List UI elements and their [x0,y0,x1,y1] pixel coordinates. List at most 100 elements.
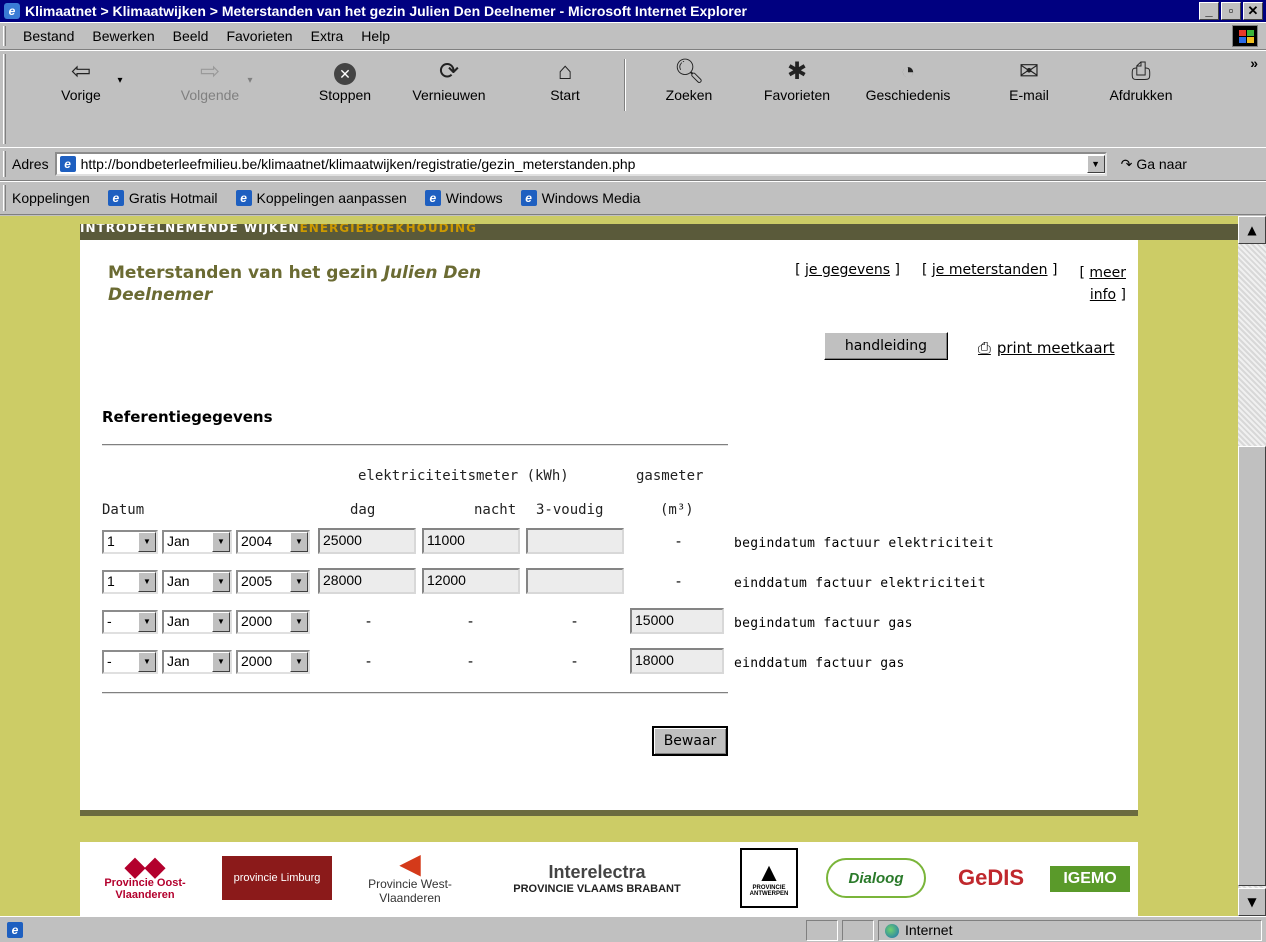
divider-top [102,444,728,446]
chevron-down-icon: ▼ [212,532,230,552]
je-gegevens-link[interactable]: je gegevens [805,262,890,278]
gas-value: - [676,534,682,550]
back-dropdown[interactable]: ▾ [110,75,130,86]
address-bar: Adres e http://bondbeterleefmilieu.be/kl… [0,147,1266,181]
drievoudig-input[interactable] [526,528,624,554]
link-windows-media[interactable]: e Windows Media [520,190,640,206]
print-meetkaart-link[interactable]: ⎙ print meetkaart [978,338,1115,358]
address-input[interactable]: e http://bondbeterleefmilieu.be/klimaatn… [54,152,1107,176]
dag-input[interactable]: 28000 [318,568,416,594]
year-select[interactable]: 2004 ▼ [236,530,310,554]
header-dag: dag [350,502,376,518]
header-nacht: nacht [474,502,517,518]
header-elektriciteit: elektriciteitsmeter (kWh) [358,468,569,484]
link-windows[interactable]: e Windows [424,190,503,206]
gas-input[interactable]: 15000 [630,608,724,634]
handleiding-button[interactable]: handleiding [824,332,948,360]
month-select[interactable]: Jan ▼ [162,530,232,554]
day-select[interactable]: 1 ▼ [102,570,158,594]
year-select[interactable]: 2000 ▼ [236,610,310,634]
home-button[interactable]: ⌂ Start [520,57,610,103]
meer-info-link-2[interactable]: info [1090,287,1116,303]
stop-button[interactable]: ✕ Stoppen [300,57,390,103]
address-label: Adres [12,156,49,172]
gas-input[interactable]: 18000 [630,648,724,674]
month-select[interactable]: Jan ▼ [162,650,232,674]
favorites-button[interactable]: ✱ Favorieten [752,57,842,103]
link-gratis-hotmail[interactable]: e Gratis Hotmail [107,190,218,206]
scroll-down-icon[interactable]: ▼ [1238,888,1266,916]
scroll-up-icon[interactable]: ▲ [1238,216,1266,244]
bewaar-button[interactable]: Bewaar [652,726,728,756]
stop-icon: ✕ [300,57,390,87]
logo-gedis[interactable]: GeDIS [946,848,1036,908]
go-arrow-icon: ↷ [1120,155,1133,172]
link-koppelingen-aanpassen[interactable]: e Koppelingen aanpassen [235,190,407,206]
dag-value: - [366,614,372,630]
row-label: einddatum factuur elektriciteit [734,576,986,591]
favorites-icon: ✱ [786,58,808,85]
menu-bestand[interactable]: Bestand [14,28,83,44]
drievoudig-input[interactable] [526,568,624,594]
month-select[interactable]: Jan ▼ [162,610,232,634]
meer-info-link[interactable]: meer [1089,265,1126,281]
nav-gegevens: [ je gegevens ] [795,262,900,278]
row-label: einddatum factuur gas [734,656,905,671]
menu-beeld[interactable]: Beeld [164,28,218,44]
dag-value: - [366,654,372,670]
dag-input[interactable]: 25000 [318,528,416,554]
menu-bewerken[interactable]: Bewerken [83,28,163,44]
day-select[interactable]: - ▼ [102,610,158,634]
logo-west-vlaanderen[interactable]: ◀ Provincie West-Vlaanderen [350,848,470,908]
close-button[interactable]: ✕ [1243,2,1263,20]
menu-extra[interactable]: Extra [302,28,353,44]
row-label: begindatum factuur elektriciteit [734,536,995,551]
logo-limburg[interactable]: provincie Limburg [222,856,332,900]
history-button[interactable]: ◔ Geschiedenis [858,57,958,103]
mail-button[interactable]: ✉ E-mail [984,57,1074,103]
window-title: Klimaatnet > Klimaatwijken > Meterstande… [25,3,747,19]
refresh-button[interactable]: ⟳ Vernieuwen [404,57,494,103]
page-viewport: INTRODEELNEMENDE WIJKENENERGIEBOEKHOUDIN… [0,216,1238,916]
sponsor-logos: ◆◆ Provincie Oost-Vlaanderen provincie L… [80,842,1138,916]
menu-help[interactable]: Help [352,28,399,44]
logo-igemo[interactable]: IGEMO [1050,866,1130,892]
ie-icon: e [4,3,20,19]
page-icon: e [59,156,76,172]
logo-antwerpen[interactable]: ▲ PROVINCIE ANTWERPEN [740,848,798,908]
header-gasmeter: gasmeter [636,468,704,484]
forward-dropdown[interactable]: ▾ [240,75,260,86]
nacht-input[interactable]: 12000 [422,568,520,594]
content-panel: Meterstanden van het gezin Julien Den De… [80,240,1138,816]
toolbar-more-icon[interactable]: » [1250,55,1258,71]
maximize-button[interactable]: ▫ [1221,2,1241,20]
month-select[interactable]: Jan ▼ [162,570,232,594]
je-meterstanden-link[interactable]: je meterstanden [932,262,1048,278]
logo-oost-vlaanderen[interactable]: ◆◆ Provincie Oost-Vlaanderen [90,848,200,908]
divider-bottom [102,692,728,694]
search-icon: 🔍︎ [673,58,705,85]
day-select[interactable]: - ▼ [102,650,158,674]
scroll-thumb[interactable] [1238,446,1266,886]
nacht-input[interactable]: 11000 [422,528,520,554]
day-select[interactable]: 1 ▼ [102,530,158,554]
menu-favorieten[interactable]: Favorieten [217,28,301,44]
print-icon: ⎙ [1131,58,1151,85]
header-datum: Datum [102,502,145,518]
search-button[interactable]: 🔍︎ Zoeken [644,57,734,103]
nacht-value: - [468,654,474,670]
year-select[interactable]: 2005 ▼ [236,570,310,594]
year-select[interactable]: 2000 ▼ [236,650,310,674]
logo-interelectra-vlaams-brabant[interactable]: Interelectra PROVINCIE VLAAMS BRABANT [492,848,702,908]
logo-dialoog[interactable]: Dialoog [826,858,926,898]
section-title: Referentiegegevens [102,408,273,426]
address-url[interactable]: http://bondbeterleefmilieu.be/klimaatnet… [81,156,1087,172]
windows-logo-icon [1232,25,1258,47]
vertical-scrollbar[interactable]: ▲ ▼ [1238,216,1266,916]
print-button[interactable]: ⎙ Afdrukken [1096,57,1186,103]
chevron-down-icon: ▼ [212,652,230,672]
menu-bar: Bestand Bewerken Beeld Favorieten Extra … [0,22,1266,50]
minimize-button[interactable]: _ [1199,2,1219,20]
go-button[interactable]: ↷ Ga naar [1121,156,1187,173]
address-dropdown-icon[interactable]: ▼ [1086,155,1105,173]
